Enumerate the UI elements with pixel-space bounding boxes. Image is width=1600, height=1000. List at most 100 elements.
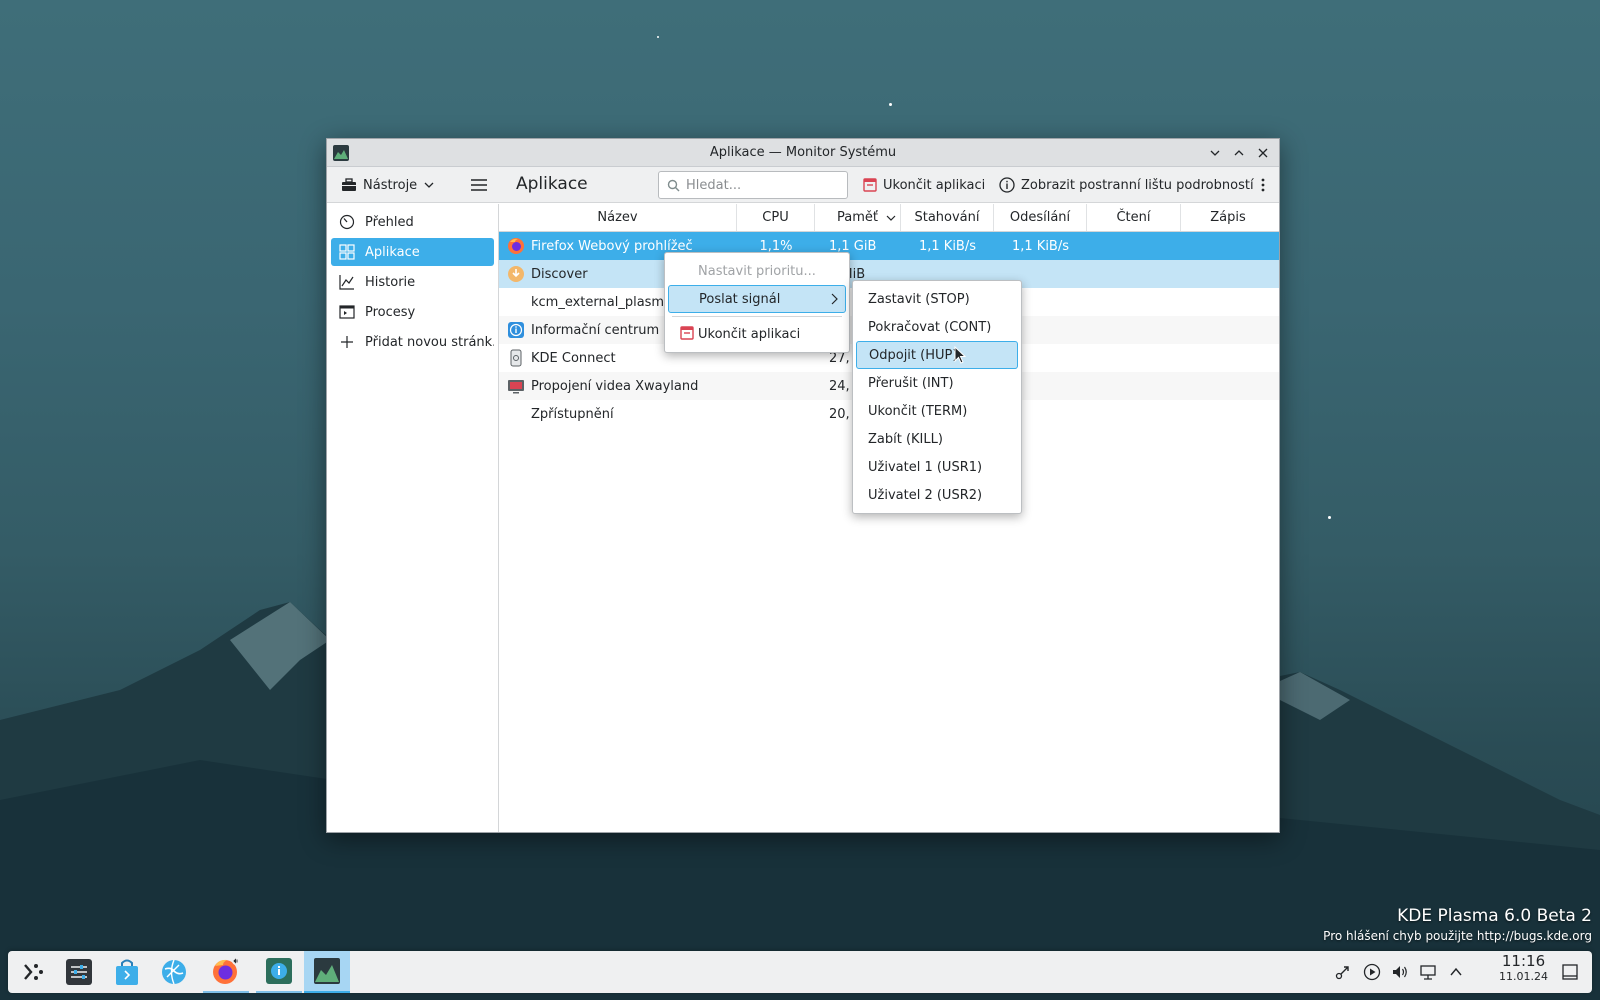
signal-usr1-menu-item[interactable]: Uživatel 1 (USR1) bbox=[856, 453, 1018, 481]
taskbar-firefox[interactable] bbox=[203, 951, 249, 993]
column-header-name[interactable]: Název bbox=[499, 204, 737, 231]
digital-clock[interactable]: 11:16 11.01.24 bbox=[1499, 954, 1548, 984]
end-application-button[interactable]: Ukončit aplikaci bbox=[857, 172, 991, 198]
taskbar-system-settings[interactable] bbox=[56, 951, 102, 993]
signal-term-menu-item[interactable]: Ukončit (TERM) bbox=[856, 397, 1018, 425]
set-priority-menu-item[interactable]: Nastavit prioritu... bbox=[668, 257, 846, 285]
show-desktop-icon[interactable] bbox=[1560, 962, 1580, 982]
signal-hup-menu-item[interactable]: Odpojit (HUP) bbox=[856, 341, 1018, 369]
sidebar-item-add-page[interactable]: Přidat novou stránk... bbox=[331, 328, 494, 356]
tools-menu-button[interactable]: Nástroje bbox=[335, 172, 441, 198]
taskbar-info-center[interactable] bbox=[256, 951, 302, 993]
sidebar-item-processes[interactable]: Procesy bbox=[331, 298, 494, 326]
menu-item-label: Uživatel 2 (USR2) bbox=[868, 487, 983, 503]
grid-icon bbox=[339, 244, 355, 260]
signal-int-menu-item[interactable]: Přerušit (INT) bbox=[856, 369, 1018, 397]
info-center-icon bbox=[508, 322, 524, 338]
column-header-memory[interactable]: Paměť bbox=[815, 204, 901, 231]
signal-kill-menu-item[interactable]: Zabít (KILL) bbox=[856, 425, 1018, 453]
hamburger-menu-button[interactable] bbox=[467, 173, 491, 197]
tray-expand-button[interactable] bbox=[1446, 962, 1466, 982]
column-label: Zápis bbox=[1210, 210, 1246, 225]
more-options-button[interactable] bbox=[1253, 173, 1273, 197]
taskbar-discover[interactable] bbox=[104, 951, 150, 993]
upload-value: 1,1 KiB/s bbox=[1011, 238, 1069, 254]
play-circle-icon bbox=[1363, 963, 1381, 981]
tools-label: Nástroje bbox=[363, 177, 418, 193]
show-details-sidebar-button[interactable]: Zobrazit postranní lištu podrobností bbox=[993, 172, 1260, 198]
column-label: CPU bbox=[762, 210, 789, 225]
globe-icon bbox=[162, 959, 186, 985]
column-header-write[interactable]: Zápis bbox=[1181, 204, 1275, 231]
system-monitor-icon bbox=[314, 958, 340, 984]
toolbox-icon bbox=[342, 178, 356, 191]
system-monitor-window: Aplikace — Monitor Systému Nástroje Apli… bbox=[326, 138, 1280, 833]
settings-sliders-icon bbox=[66, 959, 92, 985]
tray-media-player[interactable] bbox=[1362, 962, 1382, 982]
menu-item-label: Pokračovat (CONT) bbox=[868, 319, 992, 335]
tray-kde-connect[interactable] bbox=[1334, 962, 1354, 982]
clock-time: 11:16 bbox=[1501, 952, 1546, 970]
sidebar-item-overview[interactable]: Přehled bbox=[331, 208, 494, 236]
kde-launcher-icon bbox=[24, 964, 43, 980]
table-header: Název CPU Paměť Stahování Odesílání Čten… bbox=[499, 204, 1279, 232]
system-monitor-icon bbox=[333, 145, 349, 161]
application-launcher-button[interactable] bbox=[10, 951, 56, 993]
search-input[interactable] bbox=[686, 177, 836, 193]
download-value: 1,1 KiB/s bbox=[918, 238, 976, 254]
table-row[interactable]: Firefox Webový prohlížeč 1,1% 1,1 GiB 1,… bbox=[499, 232, 1279, 260]
app-name: kcm_external_plasma-s bbox=[531, 294, 684, 310]
toolbar: Nástroje Aplikace Ukončit aplikaci Zobra… bbox=[327, 167, 1279, 203]
window-controls bbox=[1205, 143, 1273, 163]
star bbox=[889, 103, 892, 106]
hamburger-icon bbox=[471, 179, 487, 191]
shopping-bag-icon bbox=[116, 959, 138, 985]
window-title: Aplikace — Monitor Systému bbox=[709, 145, 897, 160]
network-wired-icon bbox=[1420, 965, 1436, 980]
taskbar-system-monitor[interactable] bbox=[304, 951, 350, 993]
watermark-title: KDE Plasma 6.0 Beta 2 bbox=[1397, 906, 1592, 926]
signal-usr2-menu-item[interactable]: Uživatel 2 (USR2) bbox=[856, 481, 1018, 509]
column-label: Název bbox=[597, 210, 638, 225]
close-button[interactable] bbox=[1253, 143, 1273, 163]
sidebar-item-label: Historie bbox=[365, 274, 416, 290]
maximize-button[interactable] bbox=[1229, 143, 1249, 163]
menu-item-label: Nastavit prioritu... bbox=[698, 263, 816, 279]
chevron-down-icon bbox=[1210, 150, 1220, 156]
send-signal-menu-item[interactable]: Poslat signál bbox=[668, 285, 846, 313]
terminal-window-icon bbox=[339, 304, 355, 320]
title-bar[interactable]: Aplikace — Monitor Systému bbox=[327, 139, 1279, 167]
chevron-up-icon bbox=[1450, 967, 1462, 976]
search-field[interactable] bbox=[658, 171, 848, 199]
search-icon bbox=[667, 179, 680, 191]
network-share-icon bbox=[1335, 966, 1349, 980]
taskbar-web-browser[interactable] bbox=[151, 951, 197, 993]
menu-separator bbox=[672, 316, 842, 317]
menu-item-label: Zastavit (STOP) bbox=[868, 291, 970, 307]
sidebar-item-label: Přehled bbox=[365, 214, 414, 230]
speaker-icon bbox=[1393, 966, 1407, 978]
menu-item-label: Poslat signál bbox=[699, 291, 781, 307]
info-icon bbox=[999, 177, 1015, 193]
window-close-red-icon bbox=[680, 326, 694, 340]
column-header-read[interactable]: Čtení bbox=[1087, 204, 1181, 231]
tray-volume[interactable] bbox=[1390, 962, 1410, 982]
column-header-upload[interactable]: Odesílání bbox=[994, 204, 1087, 231]
sidebar-item-applications[interactable]: Aplikace bbox=[331, 238, 494, 266]
minimize-button[interactable] bbox=[1205, 143, 1225, 163]
signal-stop-menu-item[interactable]: Zastavit (STOP) bbox=[856, 285, 1018, 313]
app-name: KDE Connect bbox=[531, 350, 616, 366]
page-title: Aplikace bbox=[516, 174, 588, 194]
column-header-download[interactable]: Stahování bbox=[901, 204, 994, 231]
menu-item-label: Ukončit (TERM) bbox=[868, 403, 968, 419]
column-header-cpu[interactable]: CPU bbox=[737, 204, 815, 231]
column-label: Paměť bbox=[837, 210, 878, 225]
signal-cont-menu-item[interactable]: Pokračovat (CONT) bbox=[856, 313, 1018, 341]
sidebar-item-history[interactable]: Historie bbox=[331, 268, 494, 296]
end-application-menu-item[interactable]: Ukončit aplikaci bbox=[668, 320, 846, 348]
menu-item-label: Ukončit aplikaci bbox=[698, 326, 801, 342]
menu-item-label: Uživatel 1 (USR1) bbox=[868, 459, 983, 475]
signal-submenu: Zastavit (STOP) Pokračovat (CONT) Odpoji… bbox=[852, 280, 1022, 514]
sort-descending-icon bbox=[886, 215, 896, 221]
tray-network[interactable] bbox=[1418, 962, 1438, 982]
